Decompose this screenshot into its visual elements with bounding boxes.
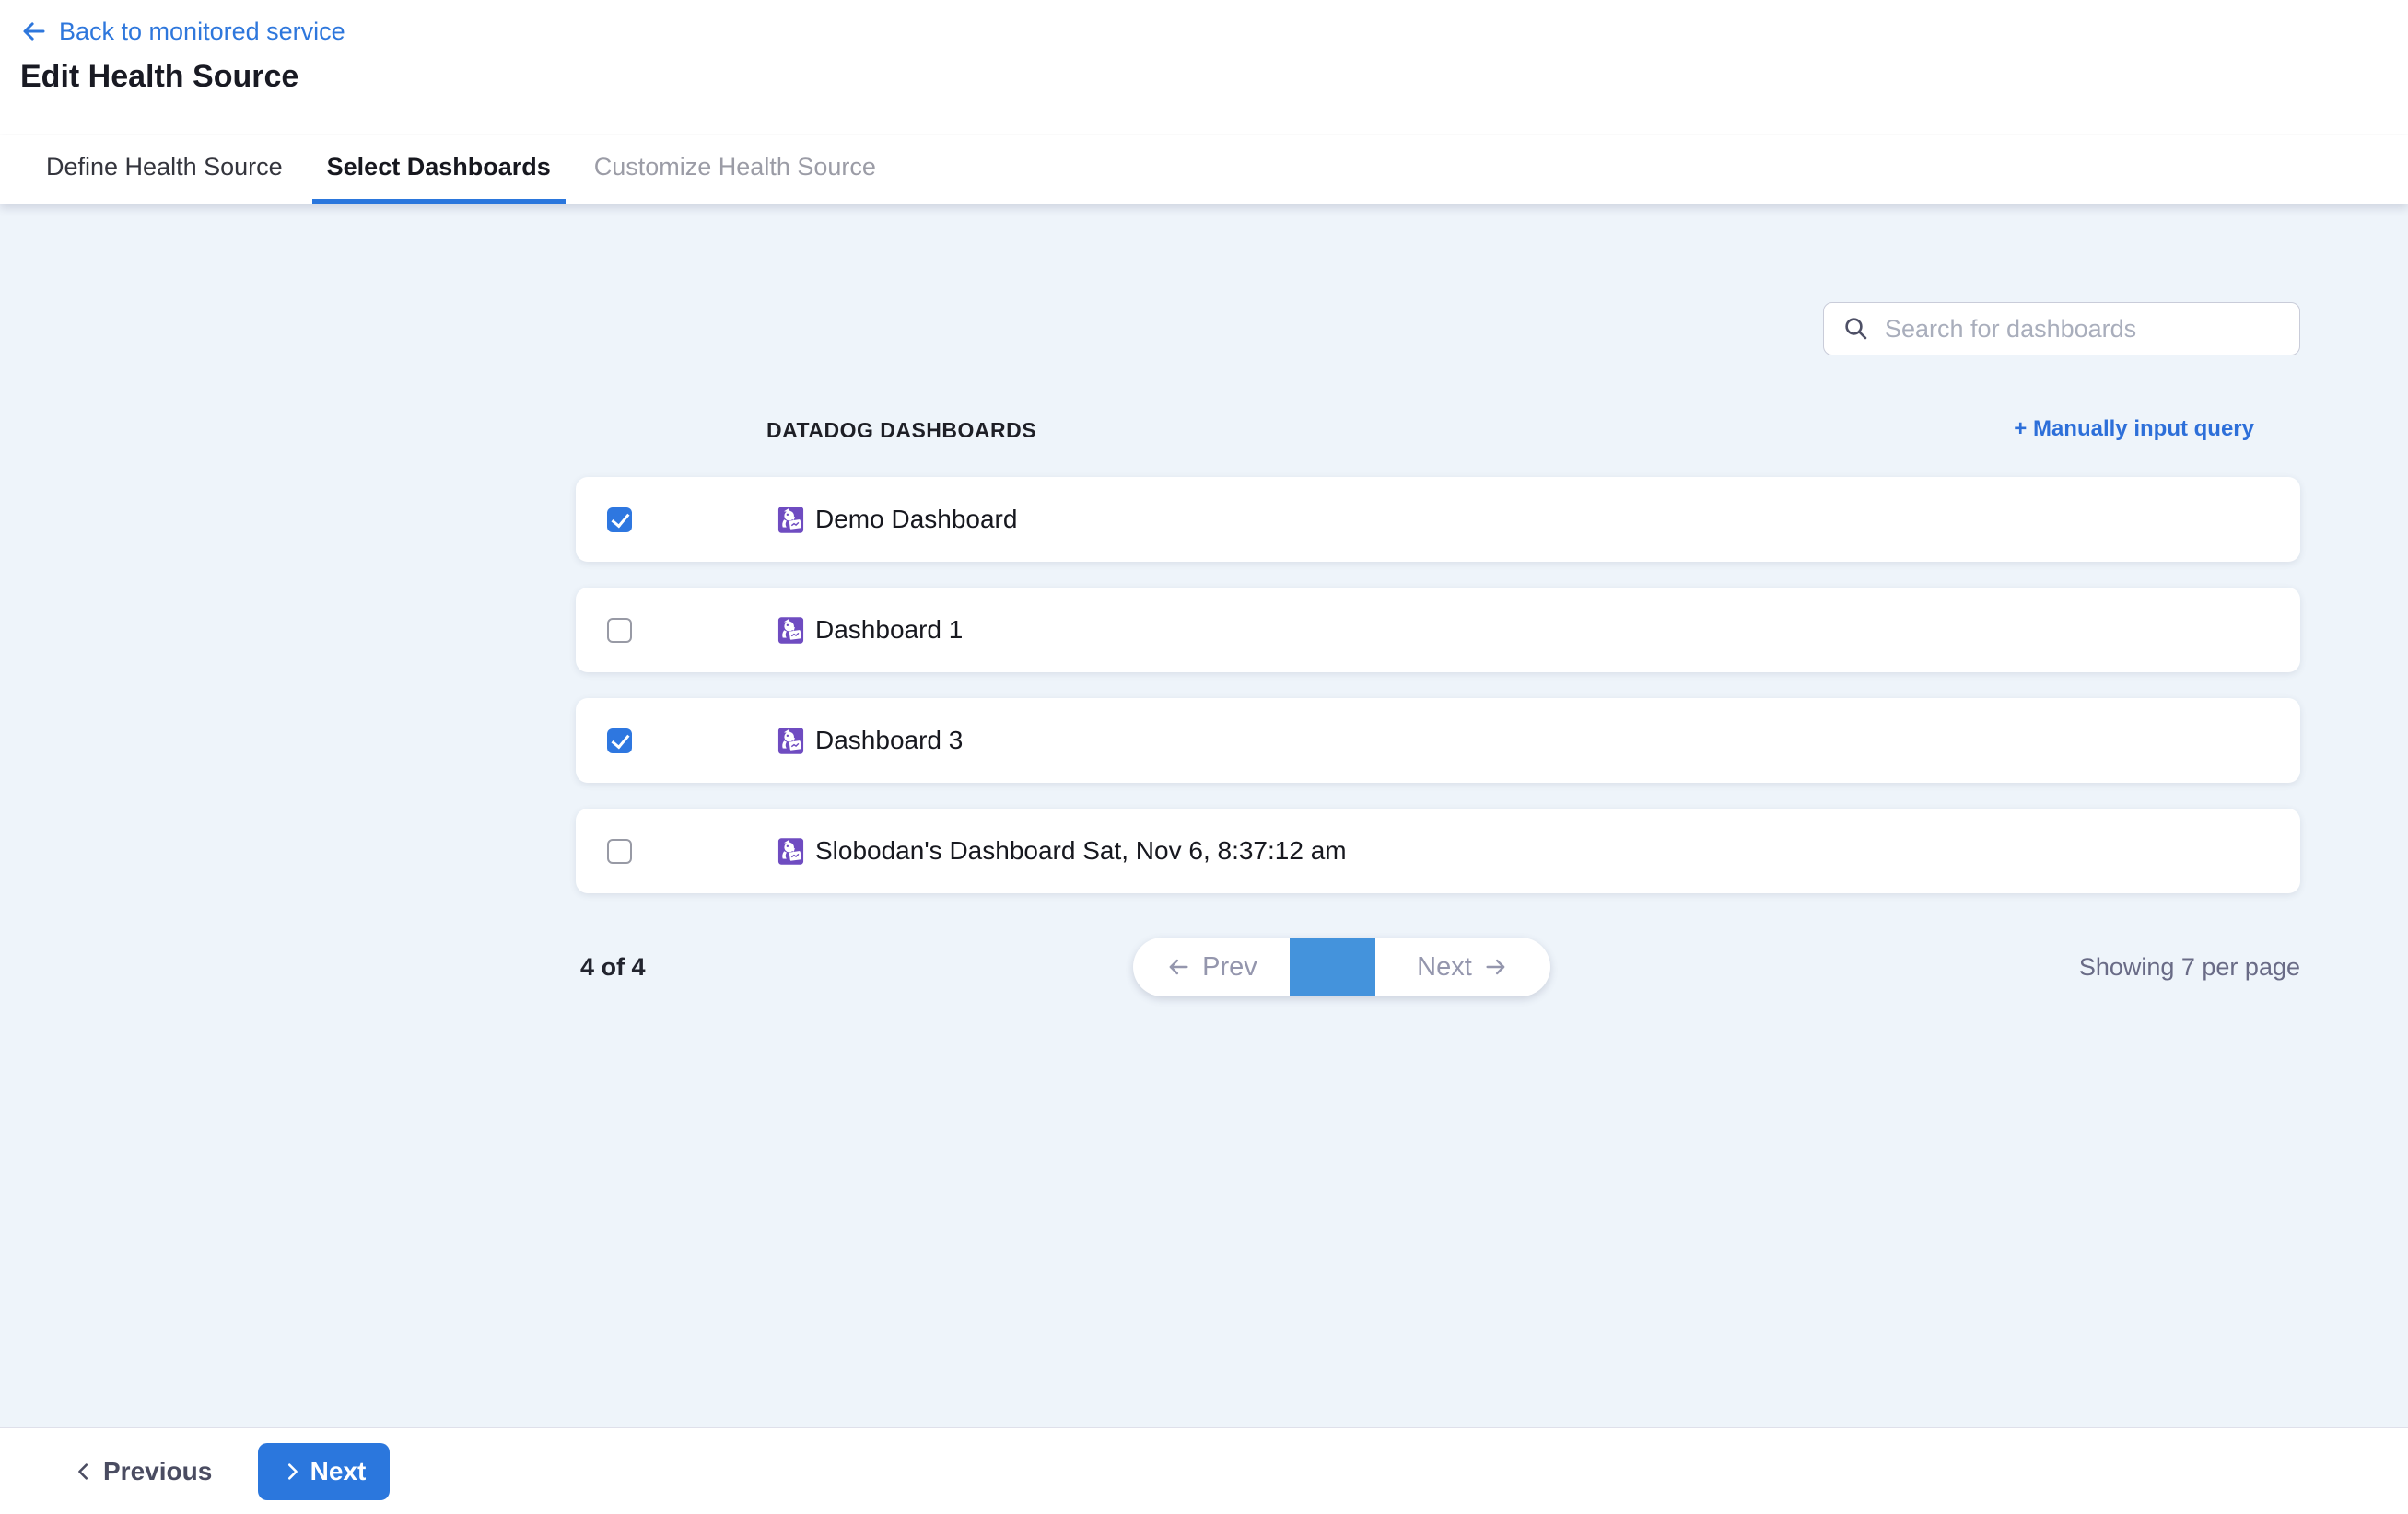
page-header: Back to monitored service Edit Health So… xyxy=(0,0,2408,134)
chevron-left-icon xyxy=(74,1462,94,1482)
dashboard-name: Dashboard 3 xyxy=(815,726,963,755)
dashboard-name: Demo Dashboard xyxy=(815,505,1017,534)
arrow-left-icon xyxy=(1165,954,1191,980)
dashboard-label: Slobodan's Dashboard Sat, Nov 6, 8:37:12… xyxy=(777,836,1347,866)
datadog-icon xyxy=(777,616,805,645)
back-link-label: Back to monitored service xyxy=(59,17,345,46)
tab-define-health-source[interactable]: Define Health Source xyxy=(46,135,283,204)
footer-bar: Previous Next xyxy=(0,1427,2408,1514)
dashboard-name: Slobodan's Dashboard Sat, Nov 6, 8:37:12… xyxy=(815,836,1347,866)
dashboard-checkbox[interactable] xyxy=(607,728,632,753)
arrow-right-icon xyxy=(1483,954,1509,980)
prev-page-label: Prev xyxy=(1202,952,1257,983)
dashboard-name: Dashboard 1 xyxy=(815,615,963,645)
range-summary: 4 of 4 xyxy=(580,938,646,996)
search-icon xyxy=(1842,315,1870,343)
previous-step-label: Previous xyxy=(103,1457,212,1486)
dashboard-checkbox[interactable] xyxy=(607,507,632,532)
previous-step-button[interactable]: Previous xyxy=(74,1457,212,1486)
next-step-button[interactable]: Next xyxy=(258,1443,390,1500)
dashboard-checkbox[interactable] xyxy=(607,618,632,643)
dashboard-list: Demo Dashboard Das xyxy=(576,477,2300,919)
tab-customize-health-source[interactable]: Customize Health Source xyxy=(594,135,876,204)
dashboard-row[interactable]: Dashboard 1 xyxy=(576,588,2300,672)
wizard-tabbar: Define Health Source Select Dashboards C… xyxy=(0,135,2408,204)
manually-input-query-link[interactable]: + Manually input query xyxy=(2014,416,2254,442)
dashboard-row[interactable]: Slobodan's Dashboard Sat, Nov 6, 8:37:12… xyxy=(576,809,2300,893)
next-step-label: Next xyxy=(310,1457,367,1486)
current-page-button[interactable]: 1 xyxy=(1290,938,1375,996)
dashboard-search-box[interactable] xyxy=(1823,302,2300,355)
dashboard-row[interactable]: Demo Dashboard xyxy=(576,477,2300,562)
dashboard-label: Dashboard 1 xyxy=(777,615,963,645)
back-arrow-icon xyxy=(20,17,48,45)
edit-health-source-page: Back to monitored service Edit Health So… xyxy=(0,0,2408,1514)
per-page-summary: Showing 7 per page xyxy=(2079,938,2300,996)
dashboard-label: Demo Dashboard xyxy=(777,505,1017,534)
datadog-icon xyxy=(777,506,805,534)
next-page-button[interactable]: Next xyxy=(1375,938,1550,996)
dashboard-row[interactable]: Dashboard 3 xyxy=(576,698,2300,783)
pagination-row: 4 of 4 Prev 1 Next Showing 7 per page xyxy=(0,938,2408,996)
datadog-icon xyxy=(777,837,805,866)
search-input[interactable] xyxy=(1885,303,2299,355)
chevron-right-icon xyxy=(282,1462,302,1482)
page-title: Edit Health Source xyxy=(20,59,2408,95)
tab-select-dashboards[interactable]: Select Dashboards xyxy=(312,135,566,204)
dashboard-label: Dashboard 3 xyxy=(777,726,963,755)
dashboard-checkbox[interactable] xyxy=(607,839,632,864)
back-to-monitored-service-link[interactable]: Back to monitored service xyxy=(20,15,2408,48)
next-page-label: Next xyxy=(1417,952,1472,983)
content-area: DATADOG DASHBOARDS + Manually input quer… xyxy=(0,204,2408,1427)
prev-page-button[interactable]: Prev xyxy=(1133,938,1290,996)
pagination-pill: Prev 1 Next xyxy=(1133,938,1550,996)
datadog-icon xyxy=(777,727,805,755)
column-header-datadog-dashboards: DATADOG DASHBOARDS xyxy=(766,418,1036,443)
